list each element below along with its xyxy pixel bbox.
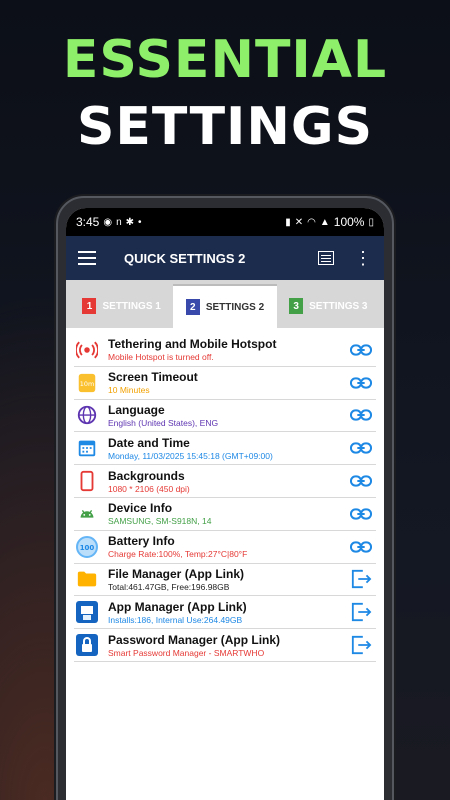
open-app-icon[interactable] [346,602,376,622]
list-item-subtitle: English (United States), ENG [108,417,219,428]
app-n-icon: n [116,216,122,228]
tab-settings-1[interactable]: 1 SETTINGS 1 [70,284,173,328]
list-item-text: App Manager (App Link) Installs:186, Inte… [108,600,346,625]
headline-line-1: ESSENTIAL [62,30,388,90]
lock-icon [74,632,100,658]
link-icon[interactable] [346,343,376,357]
list-item-subtitle: Mobile Hotspot is turned off. [108,352,214,363]
list-item-title: Password Manager (App Link) [108,632,281,647]
list-item-text: File Manager (App Link) Total:461.47GB, F… [108,567,346,592]
list-item-text: Date and Time Monday, 11/03/2025 15:45:18… [108,436,346,461]
notification-icon: ✱ [125,216,135,228]
link-icon[interactable] [346,441,376,455]
list-item-title: Date and Time [108,435,190,450]
list-item-text: Password Manager (App Link) Smart Passwor… [108,633,346,658]
list-item[interactable]: Backgrounds 1080 * 2106 (450 dpi) [74,465,376,498]
open-app-icon[interactable] [346,569,376,589]
tab-number: 3 [289,298,304,314]
link-icon[interactable] [346,408,376,422]
list-view-icon[interactable] [318,251,334,265]
app-bar: QUICK SETTINGS 2 ⋮ [66,236,384,280]
list-item-subtitle: 10 Minutes [108,385,150,396]
hotspot-icon [74,337,100,363]
list-item-title: App Manager (App Link) [108,599,247,614]
settings-list: Tethering and Mobile Hotspot Mobile Hotsp… [66,328,384,662]
list-item-text: Language English (United States), ENG [108,403,346,428]
list-item-subtitle: Smart Password Manager - SMARTWHO [108,647,265,658]
timeout-icon: 10m [74,370,100,396]
tab-label: SETTINGS 1 [102,300,161,312]
svg-text:100: 100 [80,544,95,552]
phone-screen: 3:45 ◉ n ✱ • ▮ ✕ ◠ ▲ 100% ▯ QUICK SETTIN… [66,208,384,800]
hamburger-menu-icon[interactable] [78,251,96,265]
tab-number: 1 [82,298,97,314]
list-item-subtitle: Monday, 11/03/2025 15:45:18 (GMT+09:00) [108,450,273,461]
battery-saver-icon: ▮ [285,216,291,228]
app-manager-icon [74,599,100,625]
mute-icon: ✕ [294,216,304,228]
tab-settings-2[interactable]: 2 SETTINGS 2 [173,284,277,328]
page-title: QUICK SETTINGS 2 [124,250,246,266]
list-item-subtitle: Charge Rate:100%, Temp:27°C|80°F [108,549,248,560]
tab-bar: 1 SETTINGS 1 2 SETTINGS 2 3 SETTINGS 3 [66,280,384,328]
signal-icon: ▲ [319,216,330,228]
chrome-icon: ◉ [103,216,113,228]
list-item-text: Battery Info Charge Rate:100%, Temp:27°C|… [108,534,346,559]
battery-icon: ▯ [368,216,374,228]
link-icon[interactable] [346,540,376,554]
globe-icon [74,402,100,428]
wifi-icon: ◠ [307,216,316,228]
list-item-title: Backgrounds [108,468,185,483]
list-item[interactable]: Language English (United States), ENG [74,400,376,433]
list-item-text: Tethering and Mobile Hotspot Mobile Hotsp… [108,337,346,362]
list-item[interactable]: Password Manager (App Link) Smart Passwor… [74,629,376,662]
headline-line-2: SETTINGS [76,97,374,157]
list-item-subtitle: Total:461.47GB, Free:196.98GB [108,581,230,592]
list-item-subtitle: SAMSUNG, SM-S918N, 14 [108,516,212,527]
svg-text:10m: 10m [80,379,94,387]
status-time: 3:45 [76,215,100,229]
list-item[interactable]: File Manager (App Link) Total:461.47GB, F… [74,564,376,597]
calendar-icon [74,435,100,461]
tab-number: 2 [185,299,200,315]
list-item-title: Language [108,402,165,417]
status-bar: 3:45 ◉ n ✱ • ▮ ✕ ◠ ▲ 100% ▯ [66,208,384,236]
list-item[interactable]: Device Info SAMSUNG, SM-S918N, 14 [74,498,376,531]
battery-icon: 100 [74,534,100,560]
status-battery: 100% [333,215,365,229]
list-item[interactable]: 10m Screen Timeout 10 Minutes [74,367,376,400]
open-app-icon[interactable] [346,635,376,655]
phone-icon [74,468,100,494]
link-icon[interactable] [346,474,376,488]
phone-frame: 3:45 ◉ n ✱ • ▮ ✕ ◠ ▲ 100% ▯ QUICK SETTIN… [56,196,394,800]
list-item-text: Device Info SAMSUNG, SM-S918N, 14 [108,501,346,526]
list-item-title: Battery Info [108,534,175,549]
list-item[interactable]: App Manager (App Link) Installs:186, Inte… [74,596,376,630]
list-item[interactable]: Date and Time Monday, 11/03/2025 15:45:18… [74,432,376,466]
list-item[interactable]: 100 Battery Info Charge Rate:100%, Temp:27… [74,531,376,564]
link-icon[interactable] [346,376,376,390]
more-options-icon[interactable]: ⋮ [354,249,372,267]
link-icon[interactable] [346,507,376,521]
list-item-text: Backgrounds 1080 * 2106 (450 dpi) [108,469,346,494]
dot-icon: • [138,216,142,228]
list-item-subtitle: 1080 * 2106 (450 dpi) [108,483,190,494]
folder-icon [74,566,100,592]
list-item-title: Screen Timeout [108,370,198,385]
list-item-title: Tethering and Mobile Hotspot [108,337,277,352]
tab-label: SETTINGS 2 [205,301,265,313]
list-item[interactable]: Tethering and Mobile Hotspot Mobile Hotsp… [74,334,376,367]
tab-label: SETTINGS 3 [309,300,368,312]
list-item-subtitle: Installs:186, Internal Use:264.49GB [108,614,243,625]
list-item-title: File Manager (App Link) [108,566,245,581]
list-item-text: Screen Timeout 10 Minutes [108,370,346,395]
list-item-title: Device Info [108,501,173,516]
android-icon [74,501,100,527]
tab-settings-3[interactable]: 3 SETTINGS 3 [277,284,380,328]
